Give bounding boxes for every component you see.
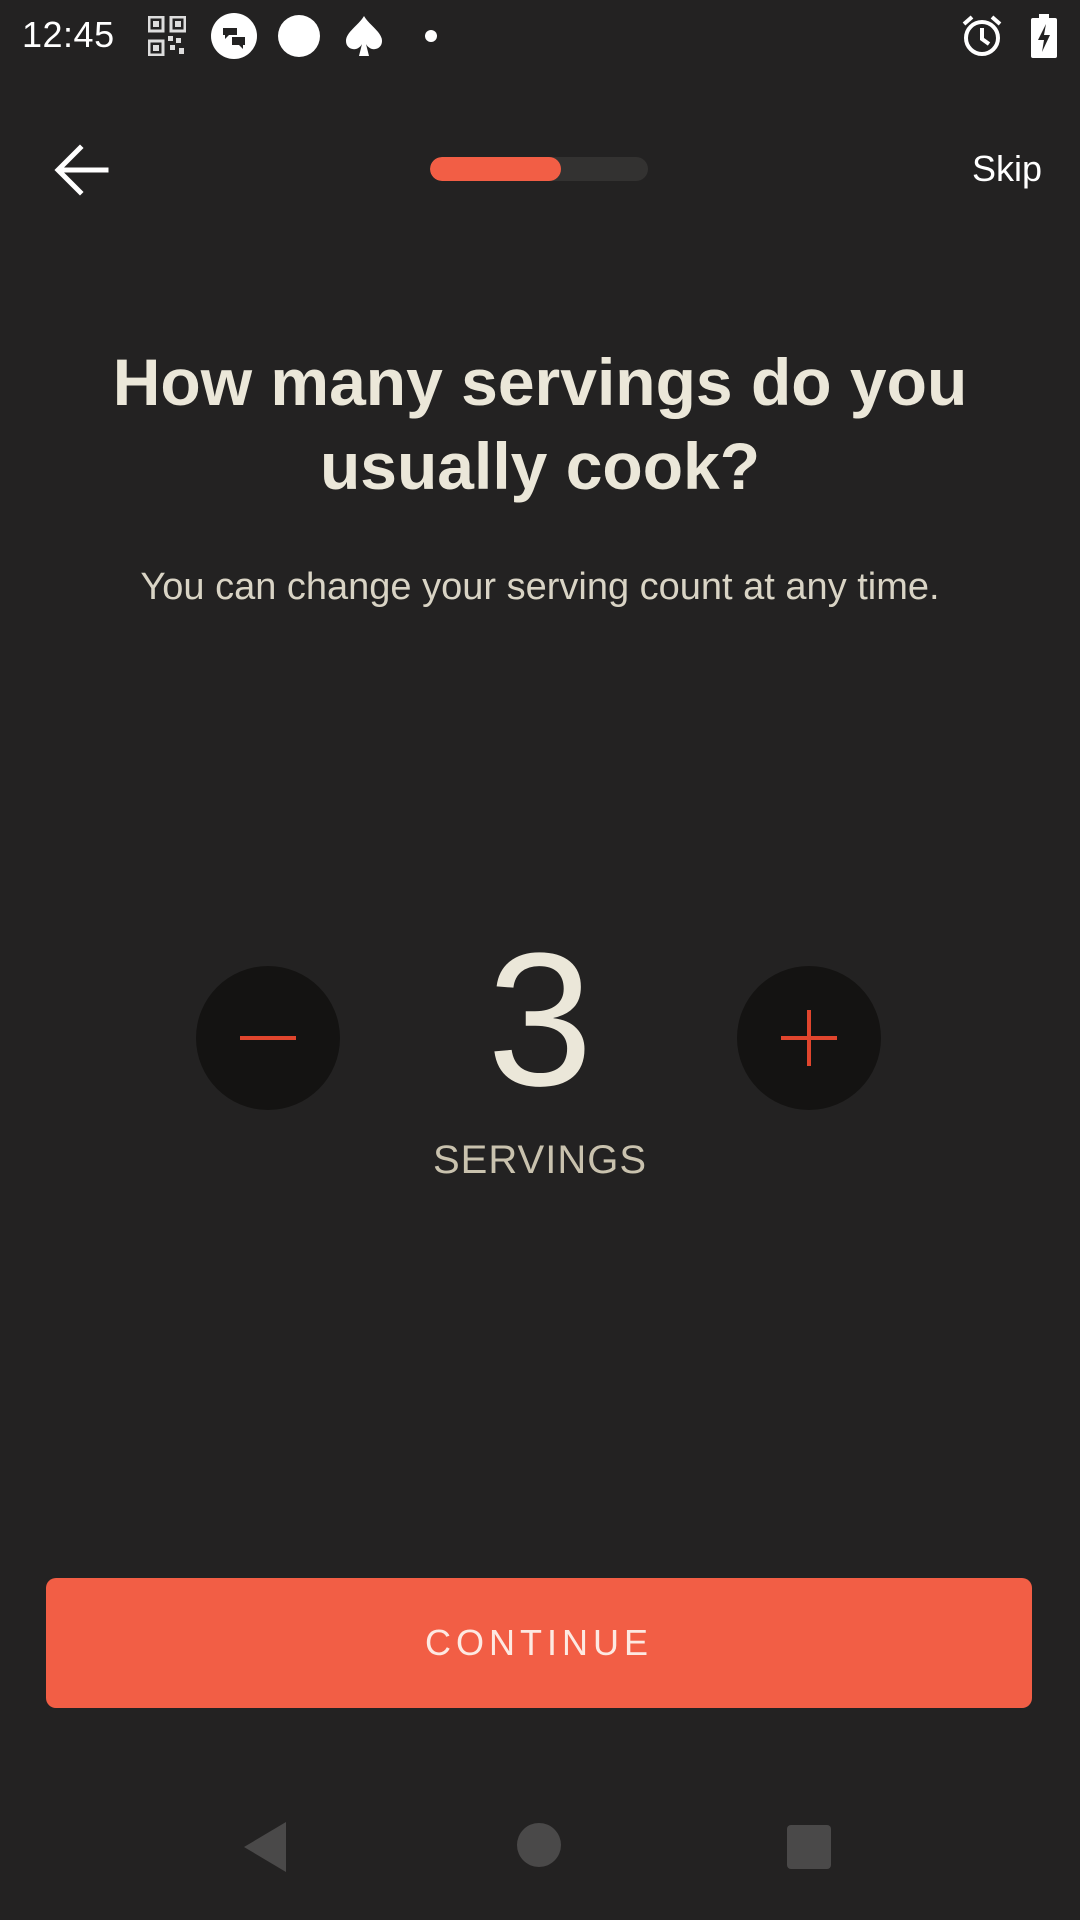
nav-home-button[interactable]: [516, 1822, 562, 1873]
nav-recents-button[interactable]: [786, 1824, 832, 1875]
decrement-button[interactable]: [196, 966, 340, 1110]
page-title: How many servings do you usually cook?: [112, 345, 968, 503]
servings-count: 3: [487, 914, 593, 1126]
skip-button[interactable]: Skip: [972, 148, 1042, 190]
battery-charging-icon: [1030, 14, 1058, 63]
recents-square-icon: [786, 1825, 832, 1874]
home-circle-icon: [516, 1823, 562, 1872]
chat-bubble-icon: [210, 12, 258, 65]
arrow-left-icon: [50, 144, 114, 206]
onboarding-progress-bar: [430, 157, 648, 181]
alarm-icon: [960, 14, 1004, 63]
servings-label: SERVINGS: [433, 1138, 647, 1182]
continue-button-label: CONTINUE: [425, 1622, 653, 1663]
status-time: 12:45: [22, 14, 115, 55]
back-triangle-icon: [240, 1822, 290, 1878]
back-button[interactable]: [50, 138, 114, 202]
spade-icon: [342, 14, 386, 63]
status-bar: 12:45: [0, 0, 1080, 72]
page-subtitle: You can change your serving count at any…: [140, 566, 940, 608]
continue-button[interactable]: CONTINUE: [46, 1578, 1032, 1708]
circle-icon: [277, 14, 321, 63]
increment-button[interactable]: [737, 966, 881, 1110]
progress-fill: [430, 157, 561, 181]
qr-code-icon: [147, 15, 187, 61]
nav-back-button[interactable]: [240, 1820, 290, 1879]
dot-icon: [424, 29, 438, 48]
system-nav-bar: [0, 1800, 1080, 1920]
top-bar: Skip: [0, 120, 1080, 220]
